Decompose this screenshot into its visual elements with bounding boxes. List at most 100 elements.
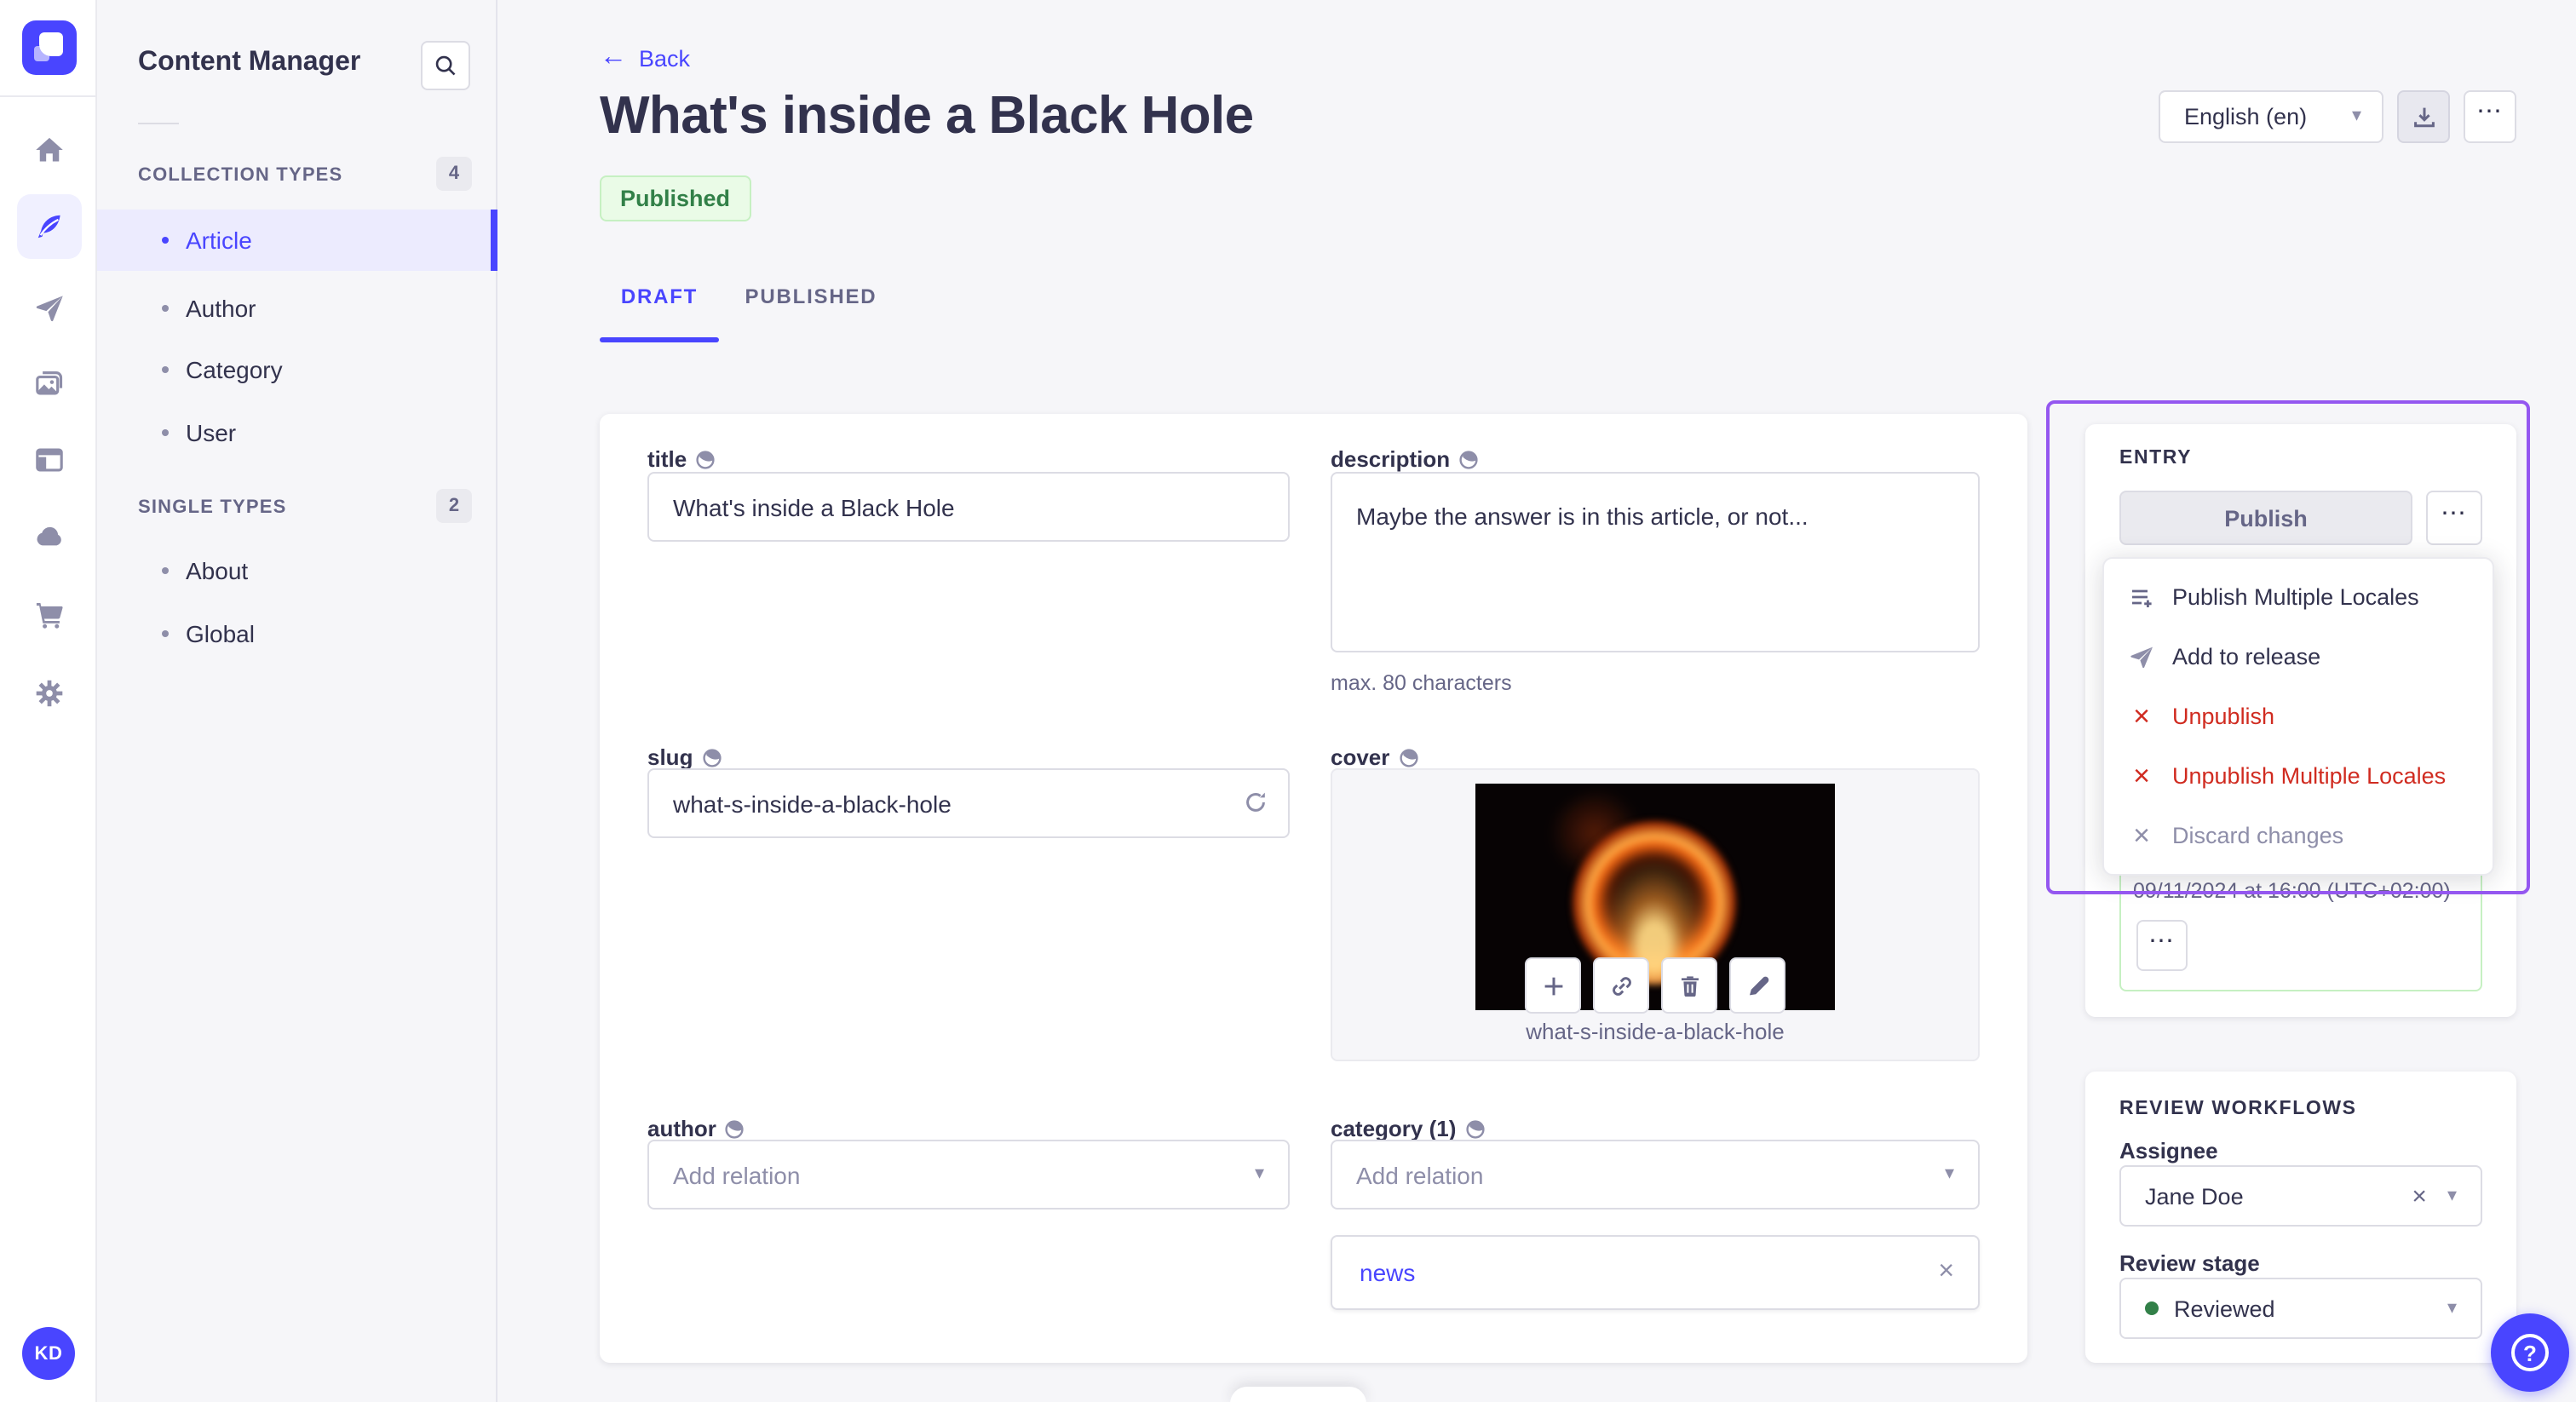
more-options-button[interactable]: ⋯ bbox=[2464, 90, 2516, 143]
sidebar-item-label: Article bbox=[186, 227, 252, 254]
field-label-text: description bbox=[1331, 446, 1451, 472]
subnav-divider bbox=[138, 123, 179, 124]
globe-icon bbox=[1398, 747, 1418, 767]
globe-icon bbox=[701, 747, 722, 767]
home-icon[interactable] bbox=[17, 118, 82, 182]
category-field-label: category (1) bbox=[1331, 1116, 1485, 1141]
assignee-value: Jane Doe bbox=[2145, 1183, 2244, 1209]
releases-paper-plane-icon[interactable] bbox=[17, 276, 82, 341]
globe-icon bbox=[1464, 1118, 1485, 1139]
sidebar-item-label: Category bbox=[186, 356, 283, 383]
cover-toolbar bbox=[1525, 957, 1785, 1014]
menu-item-label: Discard changes bbox=[2172, 823, 2344, 848]
review-stage-select[interactable]: Reviewed ▾ bbox=[2119, 1278, 2482, 1339]
question-mark-icon: ? bbox=[2511, 1334, 2549, 1371]
field-label-text: cover bbox=[1331, 744, 1390, 770]
category-relation-select[interactable]: Add relation ▾ bbox=[1331, 1140, 1980, 1210]
single-types-count: 2 bbox=[436, 489, 472, 523]
relation-link[interactable]: news bbox=[1360, 1259, 1415, 1286]
sidebar-item-label: About bbox=[186, 557, 249, 584]
search-icon bbox=[433, 53, 458, 78]
download-button[interactable] bbox=[2397, 90, 2450, 143]
bullet-icon bbox=[162, 429, 169, 436]
marketplace-cart-icon[interactable] bbox=[17, 583, 82, 647]
category-placeholder: Add relation bbox=[1356, 1161, 1484, 1188]
clear-assignee-icon[interactable]: × bbox=[2412, 1181, 2427, 1210]
download-icon bbox=[2410, 103, 2437, 130]
tab-published[interactable]: PUBLISHED bbox=[743, 284, 879, 339]
title-input[interactable] bbox=[647, 472, 1290, 542]
menu-item-add-to-release[interactable]: Add to release bbox=[2104, 627, 2493, 687]
menu-item-unpublish[interactable]: × Unpublish bbox=[2104, 687, 2493, 746]
entry-heading: ENTRY bbox=[2119, 448, 2193, 468]
media-library-icon[interactable] bbox=[17, 351, 82, 416]
plus-icon bbox=[1539, 972, 1567, 999]
floating-actions-bar-peek[interactable] bbox=[1230, 1387, 1366, 1402]
menu-item-label: Unpublish Multiple Locales bbox=[2172, 763, 2447, 789]
slug-field-label: slug bbox=[647, 744, 722, 770]
content-type-builder-icon[interactable] bbox=[17, 428, 82, 492]
search-button[interactable] bbox=[421, 41, 470, 90]
category-relation-item: news × bbox=[1331, 1235, 1980, 1310]
sidebar-item-category[interactable]: Category bbox=[97, 339, 497, 400]
edit-asset-button[interactable] bbox=[1729, 957, 1785, 1014]
list-plus-icon bbox=[2128, 583, 2155, 611]
menu-item-publish-multiple-locales[interactable]: Publish Multiple Locales bbox=[2104, 567, 2493, 627]
locale-value: English (en) bbox=[2184, 104, 2308, 129]
tab-draft[interactable]: DRAFT bbox=[600, 284, 719, 339]
subnav-title: Content Manager bbox=[138, 48, 361, 77]
regenerate-slug-icon[interactable] bbox=[1242, 789, 1269, 816]
settings-gear-icon[interactable] bbox=[17, 661, 82, 726]
bullet-icon bbox=[162, 567, 169, 574]
remove-relation-icon[interactable]: × bbox=[1938, 1257, 1954, 1288]
cross-icon: × bbox=[2133, 700, 2150, 733]
stage-value: Reviewed bbox=[2174, 1296, 2275, 1321]
user-avatar[interactable]: KD bbox=[22, 1327, 75, 1380]
cross-icon: × bbox=[2133, 819, 2150, 852]
back-arrow-icon: ← bbox=[600, 43, 627, 72]
cover-field-label: cover bbox=[1331, 744, 1418, 770]
bullet-icon bbox=[162, 630, 169, 637]
ellipsis-icon: ⋯ bbox=[2476, 97, 2504, 126]
menu-item-label: Publish Multiple Locales bbox=[2172, 584, 2419, 610]
bullet-icon bbox=[162, 237, 169, 244]
help-button[interactable]: ? bbox=[2491, 1313, 2569, 1392]
ellipsis-icon: ⋯ bbox=[2148, 926, 2176, 955]
cloud-icon[interactable] bbox=[17, 504, 82, 569]
author-relation-select[interactable]: Add relation ▾ bbox=[647, 1140, 1290, 1210]
bullet-icon bbox=[162, 305, 169, 312]
delete-asset-button[interactable] bbox=[1661, 957, 1717, 1014]
strapi-logo-square bbox=[39, 32, 63, 56]
back-link[interactable]: ← Back bbox=[600, 43, 690, 72]
locale-selector[interactable]: English (en) ▾ bbox=[2159, 90, 2383, 143]
content-manager-feather-icon[interactable] bbox=[17, 194, 82, 259]
scheduled-date: 09/11/2024 at 16:00 (UTC+02:00) bbox=[2133, 879, 2451, 903]
sidebar-item-author[interactable]: Author bbox=[97, 278, 497, 339]
add-asset-button[interactable] bbox=[1525, 957, 1581, 1014]
description-field-label: description bbox=[1331, 446, 1479, 472]
field-label-text: category (1) bbox=[1331, 1116, 1457, 1141]
cover-caption: what-s-inside-a-black-hole bbox=[1526, 1019, 1785, 1044]
chevron-down-icon: ▾ bbox=[1944, 1164, 1954, 1184]
copy-link-button[interactable] bbox=[1593, 957, 1649, 1014]
scheduled-more-button[interactable]: ⋯ bbox=[2136, 920, 2188, 971]
sidebar-item-label: User bbox=[186, 419, 237, 446]
menu-item-discard-changes[interactable]: × Discard changes bbox=[2104, 806, 2493, 865]
pencil-icon bbox=[1744, 972, 1771, 999]
bullet-icon bbox=[162, 366, 169, 373]
sidebar-item-user[interactable]: User bbox=[97, 402, 497, 463]
strapi-logo[interactable] bbox=[22, 20, 77, 75]
publish-button[interactable]: Publish bbox=[2119, 491, 2412, 545]
single-types-label: SINGLE TYPES bbox=[138, 497, 287, 518]
assignee-select[interactable]: Jane Doe × ▾ bbox=[2119, 1165, 2482, 1227]
sidebar-item-global[interactable]: Global bbox=[97, 603, 497, 664]
menu-item-unpublish-multiple-locales[interactable]: × Unpublish Multiple Locales bbox=[2104, 746, 2493, 806]
sidebar-item-article[interactable]: Article bbox=[97, 210, 497, 271]
entry-more-button[interactable]: ⋯ bbox=[2426, 491, 2482, 545]
sidebar-item-label: Author bbox=[186, 295, 256, 322]
strapi-app: KD Content Manager COLLECTION TYPES 4 Ar… bbox=[0, 0, 2576, 1402]
description-textarea[interactable]: Maybe the answer is in this article, or … bbox=[1331, 472, 1980, 652]
sidebar-item-about[interactable]: About bbox=[97, 540, 497, 601]
slug-input[interactable] bbox=[647, 768, 1290, 838]
chevron-down-icon: ▾ bbox=[2447, 1297, 2457, 1318]
